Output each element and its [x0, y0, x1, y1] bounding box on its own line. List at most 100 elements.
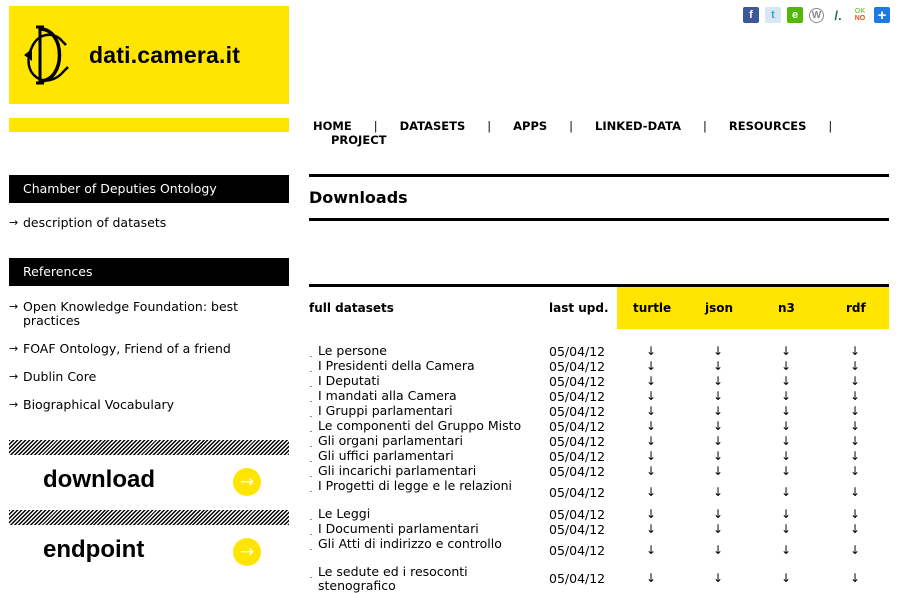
download-n3-icon[interactable]: ↓ — [776, 449, 796, 464]
download-rdf-icon[interactable]: ↓ — [845, 485, 865, 500]
nav-separator: | — [487, 119, 492, 133]
download-n3-icon[interactable]: ↓ — [776, 485, 796, 500]
dataset-last-updated: 05/04/12 — [549, 464, 606, 479]
endpoint-link[interactable]: endpoint — [43, 536, 144, 564]
download-n3-icon[interactable]: ↓ — [776, 507, 796, 522]
header-rdf: rdf — [846, 301, 866, 315]
dataset-last-updated: 05/04/12 — [549, 485, 606, 500]
download-json-icon[interactable]: ↓ — [708, 419, 728, 434]
nav-datasets[interactable]: DATASETS — [400, 119, 466, 133]
download-turtle-icon[interactable]: ↓ — [641, 449, 661, 464]
download-json-icon[interactable]: ↓ — [708, 434, 728, 449]
download-json-icon[interactable]: ↓ — [708, 359, 728, 374]
download-json-icon[interactable]: ↓ — [708, 571, 728, 586]
download-n3-icon[interactable]: ↓ — [776, 404, 796, 419]
dataset-last-updated: 05/04/12 — [549, 507, 606, 522]
download-turtle-icon[interactable]: ↓ — [641, 344, 661, 359]
download-n3-icon[interactable]: ↓ — [776, 543, 796, 558]
download-rdf-icon[interactable]: ↓ — [845, 434, 865, 449]
download-json-icon[interactable]: ↓ — [708, 464, 728, 479]
link-biographical-vocabulary[interactable]: → Biographical Vocabulary — [9, 398, 269, 412]
download-turtle-icon[interactable]: ↓ — [641, 571, 661, 586]
download-json-icon[interactable]: ↓ — [708, 389, 728, 404]
download-turtle-icon[interactable]: ↓ — [641, 359, 661, 374]
download-turtle-icon[interactable]: ↓ — [641, 522, 661, 537]
table-row: .. I mandati alla Camera 05/04/12 ↓ ↓ ↓ ↓ — [309, 389, 889, 405]
download-n3-icon[interactable]: ↓ — [776, 522, 796, 537]
download-n3-icon[interactable]: ↓ — [776, 359, 796, 374]
download-rdf-icon[interactable]: ↓ — [845, 389, 865, 404]
download-rdf-icon[interactable]: ↓ — [845, 344, 865, 359]
download-rdf-icon[interactable]: ↓ — [845, 571, 865, 586]
download-json-icon[interactable]: ↓ — [708, 344, 728, 359]
download-n3-icon[interactable]: ↓ — [776, 464, 796, 479]
arrow-right-icon: → — [239, 472, 255, 492]
download-json-icon[interactable]: ↓ — [708, 404, 728, 419]
download-turtle-icon[interactable]: ↓ — [641, 434, 661, 449]
link-label: Dublin Core — [23, 369, 97, 384]
download-n3-icon[interactable]: ↓ — [776, 344, 796, 359]
download-turtle-icon[interactable]: ↓ — [641, 464, 661, 479]
download-json-icon[interactable]: ↓ — [708, 449, 728, 464]
header-json: json — [705, 301, 734, 315]
table-row: .. Le componenti del Gruppo Misto 05/04/12… — [309, 419, 889, 435]
download-turtle-icon[interactable]: ↓ — [641, 543, 661, 558]
share-plus-icon[interactable]: + — [874, 7, 890, 24]
download-rdf-icon[interactable]: ↓ — [845, 359, 865, 374]
facebook-icon[interactable]: f — [743, 7, 759, 23]
page-title: Downloads — [309, 188, 408, 207]
dataset-last-updated: 05/04/12 — [549, 543, 606, 558]
slashdot-icon[interactable]: /. — [830, 7, 846, 23]
table-row: .. Gli Atti di indirizzo e controllo 05/04… — [309, 537, 889, 565]
oknotizie-icon[interactable]: OK NO — [852, 7, 868, 23]
link-open-knowledge-foundation[interactable]: → Open Knowledge Foundation: best practi… — [9, 300, 269, 328]
download-rdf-icon[interactable]: ↓ — [845, 543, 865, 558]
nav-project[interactable]: PROJECT — [331, 133, 386, 147]
twitter-icon[interactable]: t — [765, 7, 781, 23]
download-n3-icon[interactable]: ↓ — [776, 419, 796, 434]
download-rdf-icon[interactable]: ↓ — [845, 449, 865, 464]
site-logo[interactable]: dati.camera.it — [9, 6, 289, 104]
download-json-icon[interactable]: ↓ — [708, 543, 728, 558]
download-rdf-icon[interactable]: ↓ — [845, 522, 865, 537]
download-rdf-icon[interactable]: ↓ — [845, 374, 865, 389]
table-row: .. I Presidenti della Camera 05/04/12 ↓ ↓ ↓ ↓ — [309, 358, 889, 375]
site-brand: dati.camera.it — [89, 42, 241, 68]
download-rdf-icon[interactable]: ↓ — [845, 507, 865, 522]
download-json-icon[interactable]: ↓ — [708, 485, 728, 500]
dataset-name: Gli organi parlamentari — [318, 433, 463, 448]
download-n3-icon[interactable]: ↓ — [776, 434, 796, 449]
download-n3-icon[interactable]: ↓ — [776, 571, 796, 586]
download-arrow-button[interactable]: → — [233, 468, 261, 496]
download-turtle-icon[interactable]: ↓ — [641, 419, 661, 434]
nav-linked-data[interactable]: LINKED-DATA — [595, 119, 681, 133]
friendfeed-icon[interactable]: e — [787, 7, 803, 23]
download-link[interactable]: download — [43, 466, 155, 494]
download-turtle-icon[interactable]: ↓ — [641, 389, 661, 404]
bullet-icon: .. — [309, 544, 313, 552]
dataset-last-updated: 05/04/12 — [549, 374, 606, 389]
link-description-of-datasets[interactable]: → description of datasets — [9, 216, 269, 230]
table-row: .. I Documenti parlamentari 05/04/12 ↓ ↓ ↓ ↓ — [309, 522, 889, 538]
download-turtle-icon[interactable]: ↓ — [641, 404, 661, 419]
nav-home[interactable]: HOME — [313, 119, 352, 133]
dataset-last-updated: 05/04/12 — [549, 389, 606, 404]
download-rdf-icon[interactable]: ↓ — [845, 419, 865, 434]
link-dublin-core[interactable]: → Dublin Core — [9, 370, 269, 384]
download-turtle-icon[interactable]: ↓ — [641, 485, 661, 500]
nav-resources[interactable]: RESOURCES — [729, 119, 807, 133]
download-rdf-icon[interactable]: ↓ — [845, 404, 865, 419]
download-json-icon[interactable]: ↓ — [708, 522, 728, 537]
download-turtle-icon[interactable]: ↓ — [641, 374, 661, 389]
nav-apps[interactable]: APPS — [513, 119, 547, 133]
download-json-icon[interactable]: ↓ — [708, 374, 728, 389]
link-foaf-ontology[interactable]: → FOAF Ontology, Friend of a friend — [9, 342, 269, 356]
logo-underbar — [9, 118, 289, 132]
wordpress-icon[interactable]: W — [809, 7, 824, 23]
dataset-name: I Presidenti della Camera — [318, 358, 475, 373]
download-n3-icon[interactable]: ↓ — [776, 389, 796, 404]
download-n3-icon[interactable]: ↓ — [776, 374, 796, 389]
download-turtle-icon[interactable]: ↓ — [641, 507, 661, 522]
download-json-icon[interactable]: ↓ — [708, 507, 728, 522]
download-rdf-icon[interactable]: ↓ — [845, 464, 865, 479]
